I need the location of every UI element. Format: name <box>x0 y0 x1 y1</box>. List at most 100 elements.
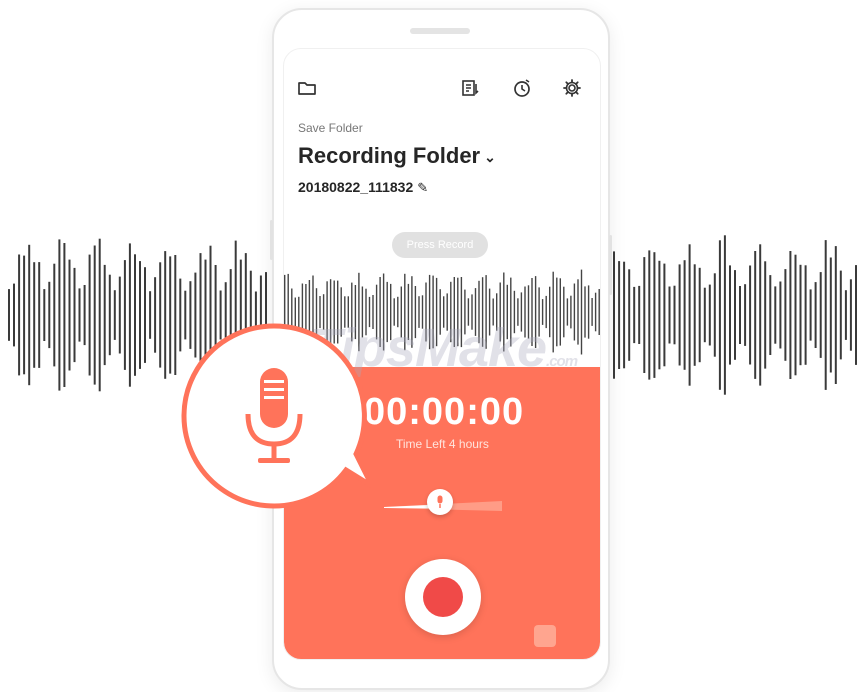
press-record-hint: Press Record <box>392 232 488 258</box>
waveform-bar <box>713 273 716 357</box>
waveform-bar <box>510 277 512 347</box>
record-button[interactable] <box>405 559 481 635</box>
waveform-bar <box>534 276 537 348</box>
settings-gear-icon[interactable] <box>561 77 583 99</box>
waveform-bar <box>139 261 141 369</box>
waveform-bar <box>794 254 797 376</box>
waveform-bar <box>784 269 787 361</box>
waveform-bar <box>418 296 420 328</box>
waveform-bar <box>566 298 569 326</box>
waveform-bar <box>723 235 726 395</box>
waveform-bar <box>425 282 427 342</box>
waveform-bar <box>587 285 590 339</box>
microphone-icon <box>437 495 443 508</box>
waveform-bar <box>464 289 466 335</box>
waveform-bar <box>432 275 434 349</box>
waveform-bar <box>453 277 455 347</box>
waveform-bar <box>573 283 576 341</box>
waveform-bar <box>63 243 66 387</box>
save-folder-label: Save Folder <box>298 121 363 135</box>
waveform-bar <box>577 279 579 345</box>
waveform-bar <box>506 284 508 340</box>
waveform-bar <box>446 293 448 331</box>
waveform-bar <box>541 299 544 325</box>
waveform-bar <box>824 240 827 390</box>
stop-button[interactable] <box>534 625 556 647</box>
waveform-bar <box>668 286 671 344</box>
file-name-field[interactable]: 20180822_111832 ✎ <box>298 179 428 196</box>
waveform-bar <box>379 277 381 347</box>
waveform-bar <box>594 292 597 332</box>
waveform-bar <box>531 278 533 346</box>
waveform-bar <box>513 290 516 334</box>
waveform-bar <box>754 251 757 379</box>
waveform-bar <box>804 265 807 365</box>
waveform-bar <box>678 264 681 366</box>
waveform-bar <box>623 261 626 369</box>
file-list-icon[interactable] <box>460 77 482 99</box>
waveform-bar <box>43 289 46 341</box>
waveform-bar <box>103 264 106 366</box>
waveform-right <box>608 235 857 395</box>
waveform-bar <box>492 298 494 326</box>
waveform-bar <box>559 278 561 346</box>
waveform-bar <box>814 282 817 348</box>
waveform-bar <box>653 252 656 378</box>
waveform-bar <box>154 277 157 353</box>
waveform-bar <box>28 244 31 386</box>
folder-title: Recording Folder <box>298 143 481 168</box>
timer-icon[interactable] <box>511 77 533 99</box>
waveform-bar <box>439 289 441 335</box>
pencil-icon[interactable]: ✎ <box>417 180 428 195</box>
waveform-bar <box>759 244 762 386</box>
folder-icon[interactable] <box>296 77 318 99</box>
waveform-bar <box>618 261 621 369</box>
waveform-bar <box>397 296 399 328</box>
waveform-bar <box>123 260 126 370</box>
waveform-bar <box>478 280 480 344</box>
waveform-bar <box>113 290 116 340</box>
waveform-bar <box>517 298 519 326</box>
waveform-bar <box>734 270 736 360</box>
waveform-bar <box>638 285 641 344</box>
waveform-bar <box>386 281 388 343</box>
waveform-bar <box>128 243 131 387</box>
waveform-bar <box>524 286 526 338</box>
waveform-bar <box>93 245 96 385</box>
microphone-bubble <box>181 323 372 509</box>
waveform-bar <box>73 267 76 363</box>
waveform-bar <box>443 296 445 328</box>
waveform-bar <box>460 277 463 348</box>
waveform-bar <box>809 289 812 341</box>
waveform-bar <box>485 275 487 349</box>
waveform-bar <box>18 254 21 376</box>
folder-dropdown[interactable]: Recording Folder ⌄ <box>298 143 496 169</box>
waveform-bar <box>144 267 146 363</box>
waveform-bar <box>496 293 498 331</box>
mic-gain-knob[interactable] <box>427 489 453 515</box>
waveform-bar <box>421 295 424 329</box>
waveform-bar <box>688 244 691 386</box>
waveform-bar <box>520 292 523 332</box>
file-name: 20180822_111832 <box>298 179 414 195</box>
waveform-bar <box>769 275 772 355</box>
waveform-bar <box>839 270 842 360</box>
waveform-bar <box>570 295 572 329</box>
waveform-bar <box>38 262 41 368</box>
waveform-bar <box>683 260 686 370</box>
waveform-bar <box>819 272 822 358</box>
waveform-bar <box>390 283 392 341</box>
waveform-bar <box>23 255 26 375</box>
waveform-bar <box>829 257 832 373</box>
waveform-bar <box>382 273 385 351</box>
waveform-bar <box>663 263 666 367</box>
waveform-bar <box>393 298 395 326</box>
waveform-bar <box>13 283 15 347</box>
time-left-label: Time Left 4 hours <box>396 437 489 451</box>
waveform-bar <box>169 256 172 374</box>
chevron-down-icon: ⌄ <box>484 148 496 165</box>
waveform-bar <box>628 269 631 361</box>
waveform-bar <box>450 281 452 343</box>
waveform-bar <box>98 238 101 392</box>
waveform-bar <box>538 287 540 337</box>
